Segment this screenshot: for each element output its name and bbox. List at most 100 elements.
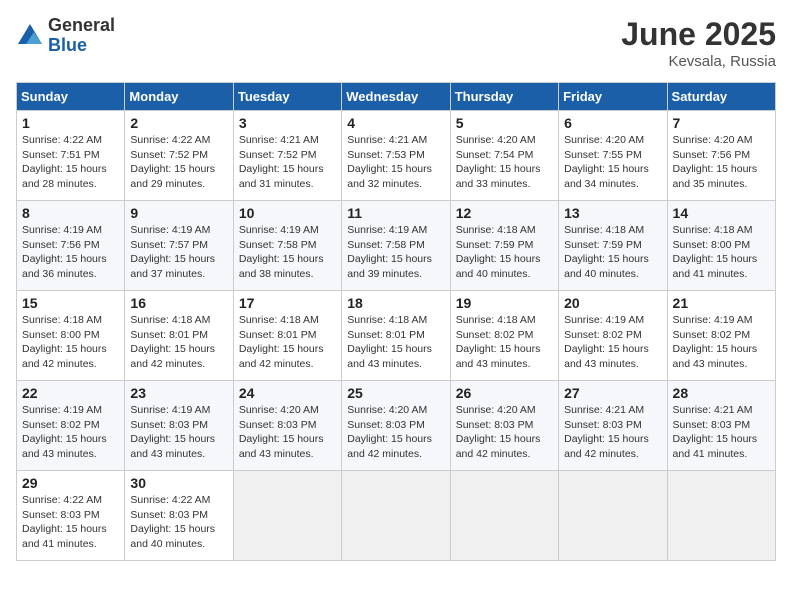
day-info: Sunrise: 4:18 AM Sunset: 7:59 PM Dayligh…	[456, 223, 553, 282]
day-number: 28	[673, 385, 770, 401]
day-header-sunday: Sunday	[17, 83, 125, 111]
day-header-thursday: Thursday	[450, 83, 558, 111]
calendar-cell: 27 Sunrise: 4:21 AM Sunset: 8:03 PM Dayl…	[559, 381, 667, 471]
calendar-cell: 2 Sunrise: 4:22 AM Sunset: 7:52 PM Dayli…	[125, 111, 233, 201]
calendar-cell: 1 Sunrise: 4:22 AM Sunset: 7:51 PM Dayli…	[17, 111, 125, 201]
calendar-week-row: 8 Sunrise: 4:19 AM Sunset: 7:56 PM Dayli…	[17, 201, 776, 291]
day-number: 2	[130, 115, 227, 131]
calendar-cell	[559, 471, 667, 561]
day-number: 29	[22, 475, 119, 491]
day-info: Sunrise: 4:22 AM Sunset: 7:52 PM Dayligh…	[130, 133, 227, 192]
day-info: Sunrise: 4:20 AM Sunset: 8:03 PM Dayligh…	[456, 403, 553, 462]
day-info: Sunrise: 4:18 AM Sunset: 7:59 PM Dayligh…	[564, 223, 661, 282]
calendar-cell: 24 Sunrise: 4:20 AM Sunset: 8:03 PM Dayl…	[233, 381, 341, 471]
day-info: Sunrise: 4:19 AM Sunset: 7:57 PM Dayligh…	[130, 223, 227, 282]
calendar-cell: 29 Sunrise: 4:22 AM Sunset: 8:03 PM Dayl…	[17, 471, 125, 561]
calendar-header-row: SundayMondayTuesdayWednesdayThursdayFrid…	[17, 83, 776, 111]
day-info: Sunrise: 4:20 AM Sunset: 7:55 PM Dayligh…	[564, 133, 661, 192]
calendar-cell: 16 Sunrise: 4:18 AM Sunset: 8:01 PM Dayl…	[125, 291, 233, 381]
calendar-cell: 4 Sunrise: 4:21 AM Sunset: 7:53 PM Dayli…	[342, 111, 450, 201]
calendar-cell: 30 Sunrise: 4:22 AM Sunset: 8:03 PM Dayl…	[125, 471, 233, 561]
day-header-saturday: Saturday	[667, 83, 775, 111]
logo: General Blue	[16, 16, 115, 56]
calendar-cell: 22 Sunrise: 4:19 AM Sunset: 8:02 PM Dayl…	[17, 381, 125, 471]
day-info: Sunrise: 4:19 AM Sunset: 8:02 PM Dayligh…	[673, 313, 770, 372]
location: Kevsala, Russia	[621, 53, 776, 70]
calendar-cell: 8 Sunrise: 4:19 AM Sunset: 7:56 PM Dayli…	[17, 201, 125, 291]
day-info: Sunrise: 4:22 AM Sunset: 8:03 PM Dayligh…	[130, 493, 227, 552]
calendar-week-row: 22 Sunrise: 4:19 AM Sunset: 8:02 PM Dayl…	[17, 381, 776, 471]
calendar-week-row: 29 Sunrise: 4:22 AM Sunset: 8:03 PM Dayl…	[17, 471, 776, 561]
day-number: 9	[130, 205, 227, 221]
day-info: Sunrise: 4:20 AM Sunset: 8:03 PM Dayligh…	[347, 403, 444, 462]
day-number: 10	[239, 205, 336, 221]
day-number: 19	[456, 295, 553, 311]
day-info: Sunrise: 4:18 AM Sunset: 8:01 PM Dayligh…	[130, 313, 227, 372]
calendar-cell: 19 Sunrise: 4:18 AM Sunset: 8:02 PM Dayl…	[450, 291, 558, 381]
calendar-cell: 11 Sunrise: 4:19 AM Sunset: 7:58 PM Dayl…	[342, 201, 450, 291]
calendar-cell: 15 Sunrise: 4:18 AM Sunset: 8:00 PM Dayl…	[17, 291, 125, 381]
calendar-cell	[667, 471, 775, 561]
day-number: 17	[239, 295, 336, 311]
day-info: Sunrise: 4:18 AM Sunset: 8:02 PM Dayligh…	[456, 313, 553, 372]
calendar-week-row: 15 Sunrise: 4:18 AM Sunset: 8:00 PM Dayl…	[17, 291, 776, 381]
day-number: 4	[347, 115, 444, 131]
calendar-cell: 20 Sunrise: 4:19 AM Sunset: 8:02 PM Dayl…	[559, 291, 667, 381]
calendar-cell: 3 Sunrise: 4:21 AM Sunset: 7:52 PM Dayli…	[233, 111, 341, 201]
logo-text: General Blue	[48, 16, 115, 56]
calendar-cell: 23 Sunrise: 4:19 AM Sunset: 8:03 PM Dayl…	[125, 381, 233, 471]
day-info: Sunrise: 4:18 AM Sunset: 8:01 PM Dayligh…	[239, 313, 336, 372]
calendar-cell: 12 Sunrise: 4:18 AM Sunset: 7:59 PM Dayl…	[450, 201, 558, 291]
day-header-friday: Friday	[559, 83, 667, 111]
day-info: Sunrise: 4:21 AM Sunset: 8:03 PM Dayligh…	[673, 403, 770, 462]
calendar-cell	[233, 471, 341, 561]
calendar-cell: 28 Sunrise: 4:21 AM Sunset: 8:03 PM Dayl…	[667, 381, 775, 471]
day-header-tuesday: Tuesday	[233, 83, 341, 111]
day-number: 24	[239, 385, 336, 401]
day-number: 15	[22, 295, 119, 311]
day-info: Sunrise: 4:19 AM Sunset: 7:58 PM Dayligh…	[347, 223, 444, 282]
calendar-cell: 9 Sunrise: 4:19 AM Sunset: 7:57 PM Dayli…	[125, 201, 233, 291]
day-info: Sunrise: 4:18 AM Sunset: 8:00 PM Dayligh…	[673, 223, 770, 282]
day-info: Sunrise: 4:18 AM Sunset: 8:01 PM Dayligh…	[347, 313, 444, 372]
day-info: Sunrise: 4:19 AM Sunset: 7:58 PM Dayligh…	[239, 223, 336, 282]
day-number: 23	[130, 385, 227, 401]
day-number: 3	[239, 115, 336, 131]
calendar-cell: 10 Sunrise: 4:19 AM Sunset: 7:58 PM Dayl…	[233, 201, 341, 291]
day-number: 20	[564, 295, 661, 311]
day-header-wednesday: Wednesday	[342, 83, 450, 111]
calendar-cell: 5 Sunrise: 4:20 AM Sunset: 7:54 PM Dayli…	[450, 111, 558, 201]
logo-icon	[16, 22, 44, 50]
day-info: Sunrise: 4:20 AM Sunset: 7:54 PM Dayligh…	[456, 133, 553, 192]
day-info: Sunrise: 4:19 AM Sunset: 7:56 PM Dayligh…	[22, 223, 119, 282]
calendar-cell: 13 Sunrise: 4:18 AM Sunset: 7:59 PM Dayl…	[559, 201, 667, 291]
day-number: 11	[347, 205, 444, 221]
calendar-cell: 6 Sunrise: 4:20 AM Sunset: 7:55 PM Dayli…	[559, 111, 667, 201]
day-number: 1	[22, 115, 119, 131]
calendar-week-row: 1 Sunrise: 4:22 AM Sunset: 7:51 PM Dayli…	[17, 111, 776, 201]
day-info: Sunrise: 4:20 AM Sunset: 7:56 PM Dayligh…	[673, 133, 770, 192]
calendar-cell: 18 Sunrise: 4:18 AM Sunset: 8:01 PM Dayl…	[342, 291, 450, 381]
day-number: 30	[130, 475, 227, 491]
day-number: 27	[564, 385, 661, 401]
calendar-table: SundayMondayTuesdayWednesdayThursdayFrid…	[16, 82, 776, 561]
day-number: 5	[456, 115, 553, 131]
day-header-monday: Monday	[125, 83, 233, 111]
calendar-cell: 21 Sunrise: 4:19 AM Sunset: 8:02 PM Dayl…	[667, 291, 775, 381]
calendar-cell: 14 Sunrise: 4:18 AM Sunset: 8:00 PM Dayl…	[667, 201, 775, 291]
calendar-cell: 7 Sunrise: 4:20 AM Sunset: 7:56 PM Dayli…	[667, 111, 775, 201]
page-header: General Blue June 2025 Kevsala, Russia	[16, 16, 776, 70]
day-info: Sunrise: 4:22 AM Sunset: 7:51 PM Dayligh…	[22, 133, 119, 192]
day-number: 25	[347, 385, 444, 401]
logo-general: General	[48, 16, 115, 36]
calendar-cell: 17 Sunrise: 4:18 AM Sunset: 8:01 PM Dayl…	[233, 291, 341, 381]
day-info: Sunrise: 4:21 AM Sunset: 7:52 PM Dayligh…	[239, 133, 336, 192]
day-number: 7	[673, 115, 770, 131]
day-number: 14	[673, 205, 770, 221]
day-info: Sunrise: 4:20 AM Sunset: 8:03 PM Dayligh…	[239, 403, 336, 462]
day-info: Sunrise: 4:19 AM Sunset: 8:03 PM Dayligh…	[130, 403, 227, 462]
logo-blue: Blue	[48, 36, 115, 56]
day-info: Sunrise: 4:19 AM Sunset: 8:02 PM Dayligh…	[22, 403, 119, 462]
day-info: Sunrise: 4:18 AM Sunset: 8:00 PM Dayligh…	[22, 313, 119, 372]
day-number: 16	[130, 295, 227, 311]
